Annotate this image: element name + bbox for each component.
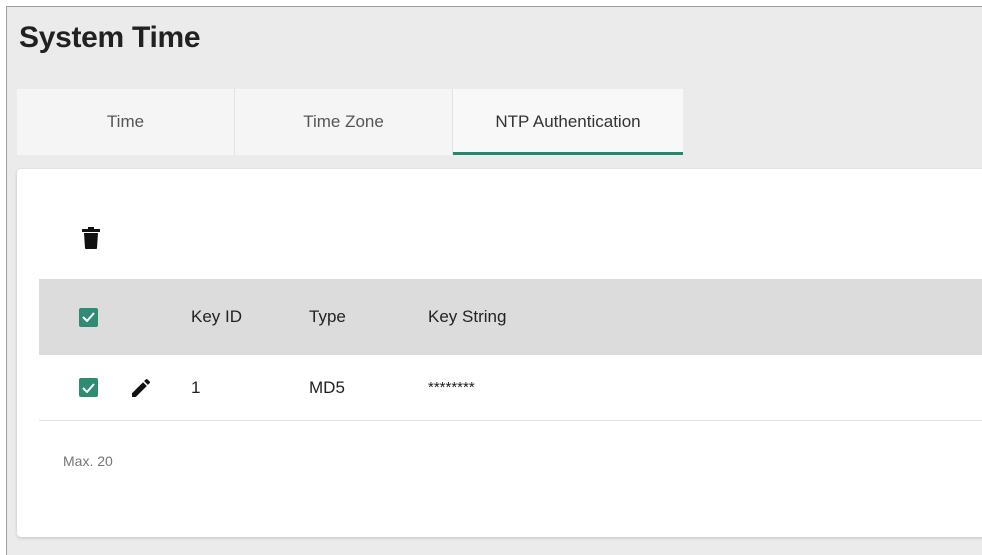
cell-key-id: 1 [191,377,201,397]
tab-time[interactable]: Time [17,89,235,155]
page-title: System Time [19,21,201,54]
row-select-cell [79,355,98,420]
ntp-auth-card: Key ID Type Key String 1 MD5 ******** Ma… [17,169,982,537]
trash-icon [82,227,100,249]
tab-ntp-authentication[interactable]: NTP Authentication [453,89,683,155]
tab-time-zone-label: Time Zone [303,112,384,131]
tab-time-zone[interactable]: Time Zone [235,89,453,155]
column-header-key-id[interactable]: Key ID [191,279,242,355]
header-select-cell [79,279,98,355]
max-entries-note: Max. 20 [63,453,113,469]
delete-button[interactable] [79,223,103,253]
tab-time-label: Time [106,112,145,131]
ntp-key-table: Key ID Type Key String 1 MD5 ******** [39,279,982,421]
tab-bar: Time Time Zone NTP Authentication [17,89,982,155]
tab-ntp-authentication-label: NTP Authentication [495,112,641,131]
edit-button[interactable] [129,355,153,420]
pencil-icon [132,378,151,397]
cell-type: MD5 [309,377,345,397]
select-all-checkbox[interactable] [79,307,98,327]
column-header-type[interactable]: Type [309,279,346,355]
table-row: 1 MD5 ******** [39,355,982,421]
checkmark-icon [82,382,95,393]
cell-key-string: ******** [428,379,475,396]
row-checkbox[interactable] [79,378,98,397]
app-frame: System Time Time Time Zone NTP Authentic… [6,6,982,555]
table-header: Key ID Type Key String [39,279,982,355]
checkmark-icon [82,312,95,322]
column-header-key-string[interactable]: Key String [428,279,506,355]
